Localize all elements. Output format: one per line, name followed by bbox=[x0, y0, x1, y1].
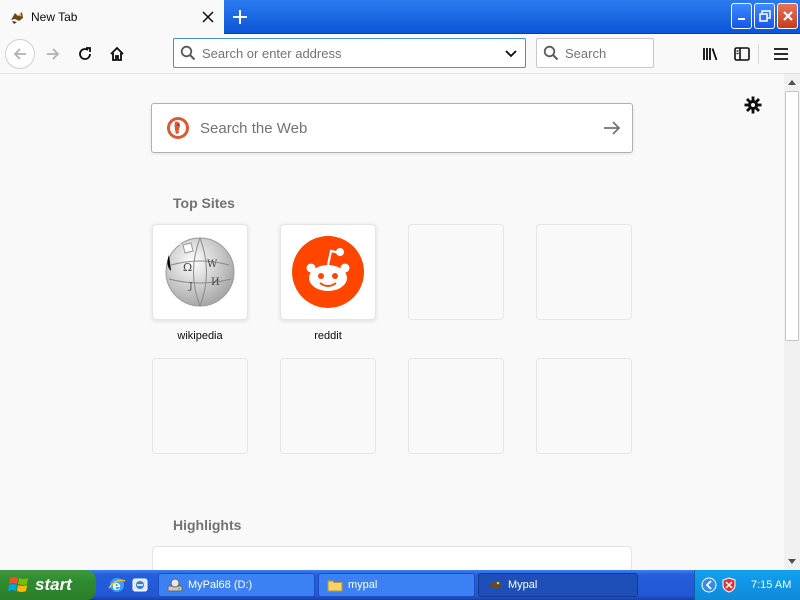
highlights-heading: Highlights bbox=[173, 517, 242, 533]
top-site-empty-slot bbox=[408, 358, 504, 454]
navigation-toolbar bbox=[0, 34, 800, 74]
top-site-tile-reddit[interactable] bbox=[280, 224, 376, 320]
taskbar-item-mypal-browser[interactable]: Mypal bbox=[478, 573, 638, 597]
top-sites-heading: Top Sites bbox=[173, 195, 235, 211]
tab-title: New Tab bbox=[31, 10, 78, 24]
top-site-empty-slot bbox=[536, 224, 632, 320]
scroll-up-arrow-icon[interactable] bbox=[784, 74, 800, 90]
sidebar-toggle-button[interactable] bbox=[727, 39, 757, 69]
top-site-tile-wikipedia[interactable]: Ω W И J bbox=[152, 224, 248, 320]
taskbar: start e MyPal68 (D:) mypal Mypal 7:15 AM bbox=[0, 570, 800, 600]
new-tab-page: Top Sites Ω W И J wikipedia re bbox=[0, 74, 784, 570]
web-search-input[interactable] bbox=[200, 119, 592, 137]
top-site-empty-slot bbox=[152, 358, 248, 454]
forward-arrow-icon bbox=[47, 48, 60, 60]
taskbar-item-label: MyPal68 (D:) bbox=[188, 579, 253, 591]
drive-icon bbox=[167, 578, 183, 592]
gear-icon bbox=[744, 96, 762, 114]
windows-logo-icon bbox=[8, 577, 28, 592]
search-submit-arrow-icon[interactable] bbox=[592, 121, 632, 135]
back-arrow-icon bbox=[13, 48, 26, 60]
reload-icon bbox=[79, 47, 91, 60]
reload-button[interactable] bbox=[70, 39, 100, 69]
wikipedia-globe-icon: Ω W И J bbox=[165, 237, 235, 307]
back-button[interactable] bbox=[5, 39, 35, 69]
reddit-alien-icon bbox=[292, 236, 364, 308]
tab-close-icon[interactable] bbox=[198, 7, 218, 27]
highlight-card[interactable] bbox=[152, 546, 632, 570]
duckduckgo-icon bbox=[167, 117, 189, 139]
search-icon bbox=[537, 45, 565, 61]
search-icon bbox=[174, 45, 202, 61]
sidebar-icon bbox=[734, 47, 750, 61]
taskbar-item-mypal68-drive[interactable]: MyPal68 (D:) bbox=[158, 573, 315, 597]
top-site-empty-slot bbox=[536, 358, 632, 454]
internet-explorer-icon[interactable]: e bbox=[108, 576, 126, 594]
web-search-box[interactable] bbox=[151, 103, 633, 153]
restore-icon bbox=[758, 10, 771, 22]
url-input[interactable] bbox=[202, 45, 497, 61]
library-button[interactable] bbox=[696, 39, 726, 69]
menu-button[interactable] bbox=[766, 39, 796, 69]
chevron-down-icon[interactable] bbox=[497, 46, 525, 60]
library-icon bbox=[703, 48, 718, 61]
tray-expand-icon[interactable] bbox=[701, 577, 717, 593]
vertical-scrollbar[interactable] bbox=[784, 74, 800, 570]
top-site-empty-slot bbox=[408, 224, 504, 320]
home-button[interactable] bbox=[102, 39, 132, 69]
plus-icon bbox=[233, 10, 247, 24]
close-icon bbox=[782, 11, 793, 21]
minimize-icon bbox=[737, 18, 745, 20]
svg-text:И: И bbox=[211, 277, 220, 288]
top-site-label: wikipedia bbox=[177, 330, 223, 342]
mypal-icon bbox=[489, 580, 501, 589]
home-icon bbox=[110, 46, 124, 61]
address-bar[interactable] bbox=[173, 38, 526, 68]
search-bar[interactable] bbox=[536, 38, 654, 68]
mypal-icon bbox=[9, 9, 25, 25]
start-label: start bbox=[35, 575, 72, 594]
system-tray: 7:15 AM bbox=[694, 570, 800, 600]
svg-text:J: J bbox=[188, 282, 193, 292]
close-window-button[interactable] bbox=[777, 3, 798, 29]
top-site-empty-slot bbox=[280, 358, 376, 454]
new-tab-button[interactable] bbox=[228, 6, 252, 28]
security-shield-icon[interactable] bbox=[721, 577, 737, 593]
svg-text:Ω: Ω bbox=[183, 261, 192, 274]
search-input[interactable] bbox=[565, 45, 653, 61]
top-site-label: reddit bbox=[314, 330, 342, 342]
title-bar: New Tab bbox=[0, 0, 800, 34]
forward-button[interactable] bbox=[38, 39, 68, 69]
hamburger-menu-icon bbox=[774, 48, 788, 60]
svg-text:W: W bbox=[207, 259, 218, 270]
scrollbar-thumb[interactable] bbox=[785, 91, 799, 341]
clock: 7:15 AM bbox=[751, 579, 792, 591]
explorer-quick-launch-icon[interactable] bbox=[131, 576, 149, 594]
taskbar-item-mypal-folder[interactable]: mypal bbox=[318, 573, 475, 597]
folder-icon bbox=[327, 580, 343, 592]
toolbar-separator bbox=[758, 44, 759, 64]
start-button[interactable]: start bbox=[0, 570, 96, 600]
taskbar-item-label: Mypal bbox=[508, 579, 538, 591]
taskbar-item-label: mypal bbox=[348, 579, 378, 591]
customize-settings-button[interactable] bbox=[742, 94, 764, 116]
scroll-down-arrow-icon[interactable] bbox=[784, 554, 800, 570]
tab-new-tab[interactable]: New Tab bbox=[0, 0, 224, 34]
restore-button[interactable] bbox=[754, 3, 775, 29]
minimize-button[interactable] bbox=[731, 3, 752, 29]
